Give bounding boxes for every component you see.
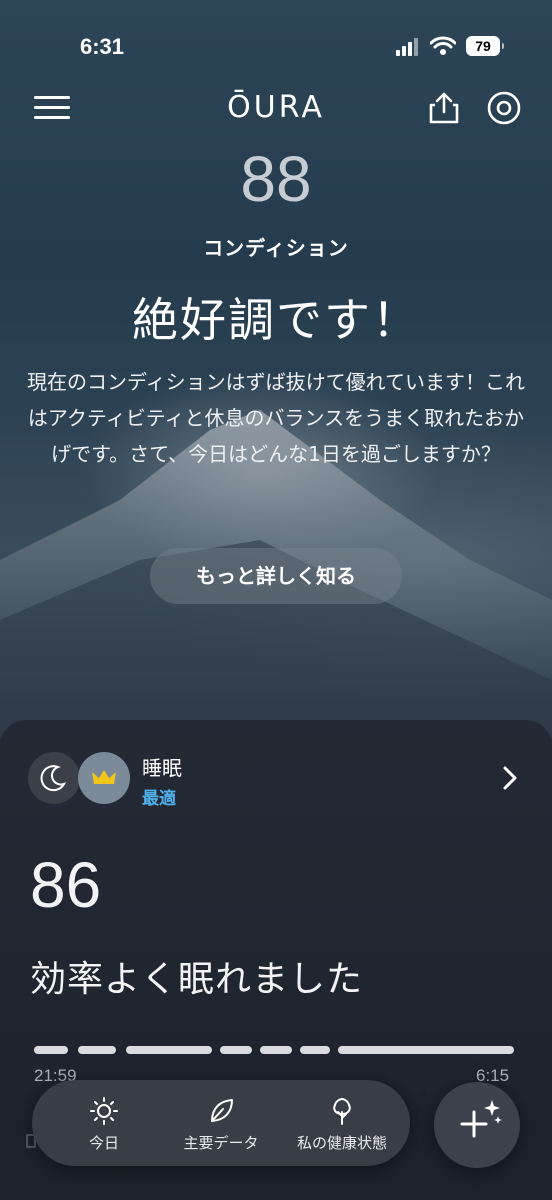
- readiness-label: コンディション: [203, 236, 349, 260]
- readiness-description: 現在のコンディションはずば抜けて優れています！これはアクティビティと休息のバラン…: [27, 370, 525, 466]
- tab-key-metrics[interactable]: 主要データ: [166, 1080, 276, 1166]
- learn-more-button[interactable]: もっと詳しく知る: [150, 548, 402, 604]
- crown-icon: [78, 752, 130, 804]
- cellular-signal-icon: [396, 38, 420, 56]
- leaf-icon: [211, 1099, 233, 1122]
- add-button[interactable]: [434, 1082, 520, 1168]
- moon-icon: [28, 752, 80, 804]
- tab-key-metrics-label: 主要データ: [183, 1134, 259, 1152]
- sleep-message: 効率よく眠れました: [30, 959, 364, 1000]
- sun-icon: [90, 1097, 118, 1125]
- chevron-right-icon[interactable]: [496, 764, 524, 792]
- share-icon[interactable]: [426, 90, 462, 126]
- oura-logo: ŌURA: [227, 90, 325, 125]
- sleep-score: 86: [30, 849, 102, 921]
- tab-my-health[interactable]: 私の健康状態: [282, 1080, 402, 1166]
- battery-indicator: 79: [466, 36, 504, 56]
- tab-today-label: 今日: [88, 1134, 119, 1152]
- wifi-icon: [430, 36, 456, 55]
- sleep-title: 睡眠: [142, 756, 182, 780]
- tab-my-health-label: 私の健康状態: [296, 1134, 387, 1152]
- ring-icon[interactable]: [486, 90, 522, 126]
- status-time: 6:31: [80, 34, 125, 59]
- tab-bar: 今日 主要データ 私の健康状態: [32, 1080, 410, 1166]
- plus-sparkle-icon: [460, 1100, 502, 1138]
- status-bar: 6:31 79: [0, 28, 552, 68]
- tab-today[interactable]: 今日: [54, 1080, 154, 1166]
- sleep-status: 最適: [142, 789, 176, 809]
- readiness-headline: 絶好調です！: [132, 293, 420, 347]
- sleep-timeline: [34, 1046, 516, 1056]
- readiness-score: 88: [240, 143, 312, 215]
- tree-icon: [333, 1097, 351, 1125]
